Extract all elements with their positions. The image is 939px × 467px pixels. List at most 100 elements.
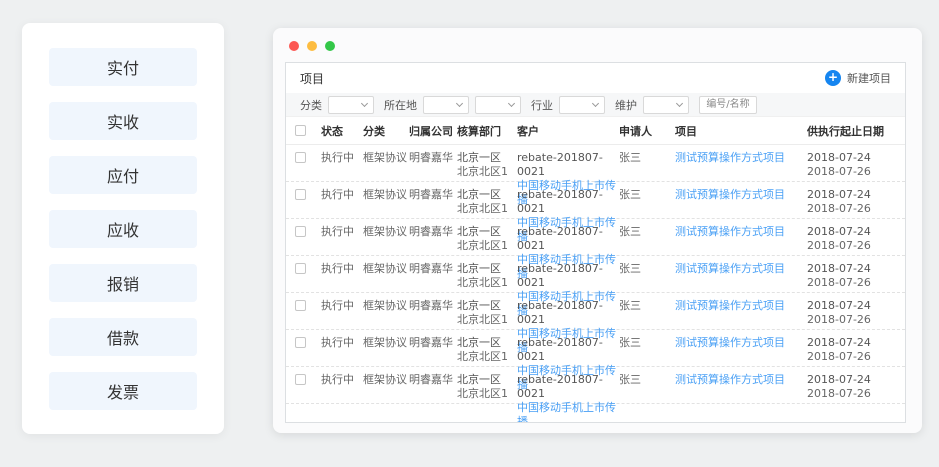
select-all-checkbox[interactable] <box>295 125 306 136</box>
customer-code: rebate-201807-0021 <box>517 225 619 253</box>
department-line2: 北京北区1 <box>457 165 517 179</box>
column-company: 归属公司 <box>409 123 457 139</box>
company-cell: 明睿嘉华 <box>409 373 457 387</box>
department-line2: 北京北区1 <box>457 387 517 401</box>
category-select[interactable] <box>328 96 374 114</box>
date-end: 2018-07-26 <box>807 313 893 327</box>
customer-code: rebate-201807-0021 <box>517 336 619 364</box>
date-start: 2018-07-24 <box>807 336 893 350</box>
status-cell: 执行中 <box>321 151 363 165</box>
department-line2: 北京北区1 <box>457 276 517 290</box>
customer-cell: rebate-201807-0021中国移动手机上市传播 <box>517 373 619 422</box>
minimize-button[interactable] <box>307 41 317 51</box>
row-checkbox[interactable] <box>295 374 306 385</box>
project-link[interactable]: 测试预算操作方式项目 <box>675 262 807 276</box>
status-cell: 执行中 <box>321 373 363 387</box>
column-department: 核算部门 <box>457 123 517 139</box>
row-checkbox[interactable] <box>295 226 306 237</box>
chevron-down-icon <box>676 100 683 107</box>
checkbox-cell <box>295 225 321 241</box>
column-customer: 客户 <box>517 123 619 139</box>
dates-cell: 2018-07-242018-07-26 <box>807 336 893 364</box>
table-header: 状态 分类 归属公司 核算部门 客户 申请人 项目 供执行起止日期 <box>286 117 905 145</box>
department-cell: 北京一区北京北区1 <box>457 151 517 179</box>
date-start: 2018-07-24 <box>807 262 893 276</box>
customer-link[interactable]: 中国移动手机上市传播 <box>517 401 619 422</box>
date-start: 2018-07-24 <box>807 225 893 239</box>
keyword-search-input[interactable] <box>699 96 757 114</box>
close-button[interactable] <box>289 41 299 51</box>
customer-code: rebate-201807-0021 <box>517 373 619 401</box>
location-filter-label: 所在地 <box>384 97 417 113</box>
table-row: 执行中框架协议明睿嘉华北京一区北京北区1rebate-201807-0021中国… <box>286 256 905 293</box>
sidebar-item-5[interactable]: 报销 <box>49 264 197 302</box>
table-row: 执行中框架协议明睿嘉华北京一区北京北区1rebate-201807-0021中国… <box>286 219 905 256</box>
table-row: 执行中框架协议明睿嘉华北京一区北京北区1rebate-201807-0021中国… <box>286 367 905 404</box>
industry-select[interactable] <box>559 96 605 114</box>
checkbox-cell <box>295 151 321 167</box>
status-cell: 执行中 <box>321 225 363 239</box>
project-link[interactable]: 测试预算操作方式项目 <box>675 299 807 313</box>
checkbox-cell <box>295 336 321 352</box>
new-project-label: 新建项目 <box>847 70 891 86</box>
page-title: 项目 <box>300 70 324 87</box>
chevron-down-icon <box>361 100 368 107</box>
project-link[interactable]: 测试预算操作方式项目 <box>675 336 807 350</box>
sidebar-item-7[interactable]: 发票 <box>49 372 197 410</box>
status-cell: 执行中 <box>321 262 363 276</box>
applicant-cell: 张三 <box>619 299 675 313</box>
project-link[interactable]: 测试预算操作方式项目 <box>675 225 807 239</box>
category-filter-label: 分类 <box>300 97 322 113</box>
table-row: 执行中框架协议明睿嘉华北京一区北京北区1rebate-201807-0021中国… <box>286 293 905 330</box>
filter-bar: 分类 所在地 行业 维护 <box>286 93 905 117</box>
dates-cell: 2018-07-242018-07-26 <box>807 262 893 290</box>
project-link[interactable]: 测试预算操作方式项目 <box>675 373 807 387</box>
row-checkbox[interactable] <box>295 300 306 311</box>
status-cell: 执行中 <box>321 188 363 202</box>
company-cell: 明睿嘉华 <box>409 225 457 239</box>
row-checkbox[interactable] <box>295 263 306 274</box>
category-cell: 框架协议 <box>363 262 409 276</box>
sidebar-item-4[interactable]: 应收 <box>49 210 197 248</box>
row-checkbox[interactable] <box>295 189 306 200</box>
column-category: 分类 <box>363 123 409 139</box>
department-line1: 北京一区 <box>457 188 517 202</box>
category-cell: 框架协议 <box>363 373 409 387</box>
location-select-city[interactable] <box>475 96 521 114</box>
zoom-button[interactable] <box>325 41 335 51</box>
dates-cell: 2018-07-242018-07-26 <box>807 225 893 253</box>
customer-code: rebate-201807-0021 <box>517 188 619 216</box>
department-line2: 北京北区1 <box>457 239 517 253</box>
project-link[interactable]: 测试预算操作方式项目 <box>675 188 807 202</box>
date-start: 2018-07-24 <box>807 373 893 387</box>
new-project-button[interactable]: + 新建项目 <box>825 70 891 86</box>
sidebar: 实付实收应付应收报销借款发票 <box>22 23 224 434</box>
applicant-cell: 张三 <box>619 336 675 350</box>
project-panel: 项目 + 新建项目 分类 所在地 行业 维护 状态 分类 归属公司 核算部 <box>285 62 906 423</box>
status-cell: 执行中 <box>321 299 363 313</box>
panel-header: 项目 + 新建项目 <box>286 63 905 93</box>
maintenance-filter-label: 维护 <box>615 97 637 113</box>
table-row: 执行中框架协议明睿嘉华北京一区北京北区1rebate-201807-0021中国… <box>286 330 905 367</box>
sidebar-item-1[interactable]: 实付 <box>49 48 197 86</box>
project-link[interactable]: 测试预算操作方式项目 <box>675 151 807 165</box>
maintenance-select[interactable] <box>643 96 689 114</box>
department-line1: 北京一区 <box>457 373 517 387</box>
sidebar-item-3[interactable]: 应付 <box>49 156 197 194</box>
category-cell: 框架协议 <box>363 225 409 239</box>
sidebar-item-2[interactable]: 实收 <box>49 102 197 140</box>
row-checkbox[interactable] <box>295 337 306 348</box>
dates-cell: 2018-07-242018-07-26 <box>807 151 893 179</box>
row-checkbox[interactable] <box>295 152 306 163</box>
checkbox-cell <box>295 299 321 315</box>
location-select-province[interactable] <box>423 96 469 114</box>
status-cell: 执行中 <box>321 336 363 350</box>
column-project: 项目 <box>675 123 807 139</box>
column-dates: 供执行起止日期 <box>807 123 893 139</box>
department-cell: 北京一区北京北区1 <box>457 225 517 253</box>
department-cell: 北京一区北京北区1 <box>457 336 517 364</box>
checkbox-cell <box>295 373 321 389</box>
sidebar-item-6[interactable]: 借款 <box>49 318 197 356</box>
department-cell: 北京一区北京北区1 <box>457 373 517 401</box>
checkbox-cell <box>295 188 321 204</box>
